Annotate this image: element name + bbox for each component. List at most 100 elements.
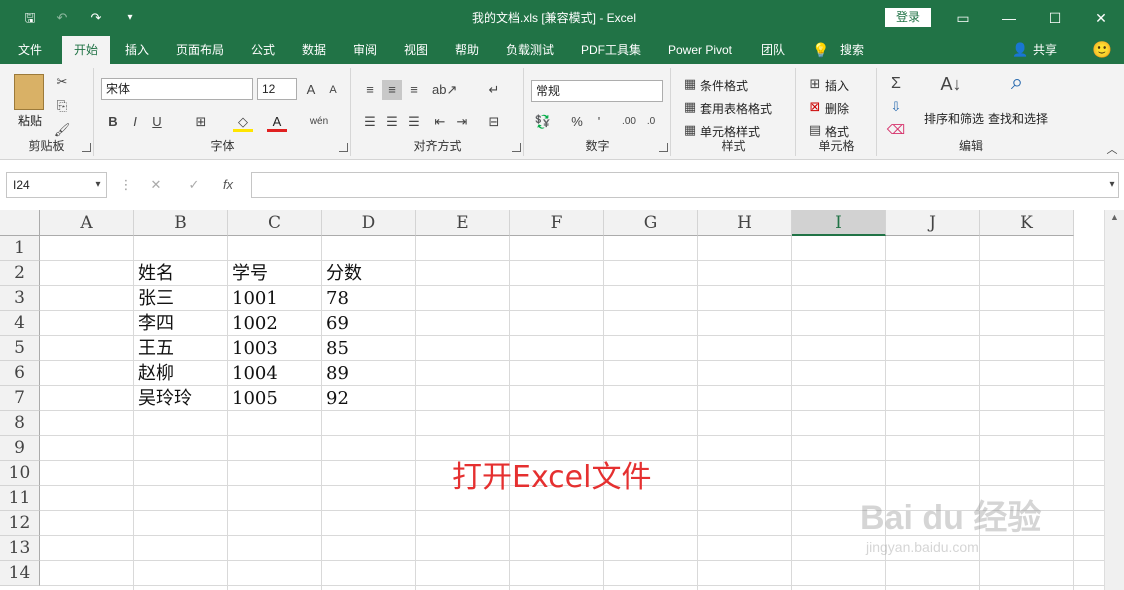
cell[interactable]: 69	[322, 311, 416, 336]
tab-data[interactable]: 数据	[295, 36, 333, 64]
tab-view[interactable]: 视图	[397, 36, 435, 64]
fill-icon[interactable]: ⇩	[886, 97, 906, 117]
customize-toolbar-icon[interactable]: ▾	[120, 8, 140, 28]
maximize-icon[interactable]: ☐	[1032, 0, 1078, 36]
cell[interactable]: 92	[322, 386, 416, 411]
decrease-indent-icon[interactable]: ⇤	[430, 112, 450, 132]
row-header-11[interactable]: 11	[0, 486, 40, 511]
cell[interactable]: 89	[322, 361, 416, 386]
cut-icon[interactable]: ✂	[52, 72, 72, 92]
cell[interactable]: 姓名	[134, 261, 228, 286]
find-select-button[interactable]: 查找和选择	[988, 110, 1048, 127]
cell[interactable]: 1002	[228, 311, 322, 336]
share-button[interactable]: 共享	[1030, 36, 1060, 64]
number-format-dropdown[interactable]: 常规	[531, 80, 663, 102]
row-header-1[interactable]: 1	[0, 236, 40, 261]
increase-font-icon[interactable]: A	[301, 80, 321, 100]
column-header-j[interactable]: J	[886, 210, 980, 236]
row-header-13[interactable]: 13	[0, 536, 40, 561]
row-header-10[interactable]: 10	[0, 461, 40, 486]
column-header-a[interactable]: A	[40, 210, 134, 236]
format-as-table-button[interactable]: 套用表格格式	[700, 100, 772, 117]
column-header-e[interactable]: E	[416, 210, 510, 236]
comma-button[interactable]: '	[589, 112, 609, 132]
row-header-7[interactable]: 7	[0, 386, 40, 411]
autosum-icon[interactable]: Σ	[886, 74, 906, 94]
decrease-decimal-icon[interactable]: .0	[641, 112, 661, 132]
italic-button[interactable]: I	[125, 112, 145, 132]
bold-button[interactable]: B	[103, 112, 123, 132]
tab-team[interactable]: 团队	[754, 36, 792, 64]
tab-load-test[interactable]: 负载测试	[498, 36, 562, 64]
align-top-icon[interactable]: ≡	[360, 80, 380, 100]
phonetic-icon[interactable]: wén	[309, 112, 329, 132]
row-header-5[interactable]: 5	[0, 336, 40, 361]
copy-icon[interactable]: ⎘	[52, 96, 72, 116]
cell[interactable]: 分数	[322, 261, 416, 286]
column-header-h[interactable]: H	[698, 210, 792, 236]
cell[interactable]: 王五	[134, 336, 228, 361]
align-middle-icon[interactable]: ≡	[382, 80, 402, 100]
row-header-6[interactable]: 6	[0, 361, 40, 386]
underline-button[interactable]: U	[147, 112, 167, 132]
cell[interactable]: 78	[322, 286, 416, 311]
font-size-dropdown[interactable]: 12	[257, 78, 297, 100]
alignment-launcher-icon[interactable]	[512, 143, 521, 152]
namebox-dropdown-icon[interactable]: ▾	[88, 175, 108, 195]
insert-cells-button[interactable]: 插入	[825, 77, 849, 94]
font-launcher-icon[interactable]	[339, 143, 348, 152]
row-header-4[interactable]: 4	[0, 311, 40, 336]
cell[interactable]: 1003	[228, 336, 322, 361]
column-header-g[interactable]: G	[604, 210, 698, 236]
ribbon-display-icon[interactable]: ▭	[940, 0, 986, 36]
cancel-icon[interactable]: ✕	[146, 175, 166, 195]
cell[interactable]: 学号	[228, 261, 322, 286]
merge-center-icon[interactable]: ⊟	[484, 112, 504, 132]
tab-review[interactable]: 审阅	[346, 36, 384, 64]
row-header-9[interactable]: 9	[0, 436, 40, 461]
expand-formula-icon[interactable]: ▾	[1102, 175, 1122, 195]
decrease-font-icon[interactable]: A	[323, 80, 343, 100]
number-launcher-icon[interactable]	[659, 143, 668, 152]
scroll-up-icon[interactable]: ▲	[1110, 212, 1119, 222]
sort-filter-button[interactable]: 排序和筛选	[924, 110, 984, 127]
insert-function-button[interactable]: fx	[218, 175, 238, 195]
row-header-2[interactable]: 2	[0, 261, 40, 286]
tab-home[interactable]: 开始	[62, 36, 110, 64]
tab-insert[interactable]: 插入	[116, 36, 158, 64]
cell[interactable]: 张三	[134, 286, 228, 311]
row-header-3[interactable]: 3	[0, 286, 40, 311]
increase-indent-icon[interactable]: ⇥	[452, 112, 472, 132]
align-right-icon[interactable]: ☰	[404, 112, 424, 132]
vertical-scrollbar[interactable]: ▲	[1104, 210, 1124, 590]
redo-icon[interactable]: ↷	[86, 8, 106, 28]
tab-formulas[interactable]: 公式	[244, 36, 282, 64]
column-header-i[interactable]: I	[792, 210, 886, 236]
login-button[interactable]: 登录	[885, 8, 931, 27]
save-icon[interactable]: 🖫	[20, 8, 40, 28]
column-header-b[interactable]: B	[134, 210, 228, 236]
tab-help[interactable]: 帮助	[448, 36, 486, 64]
delete-cells-button[interactable]: 删除	[825, 100, 849, 117]
increase-decimal-icon[interactable]: .00	[619, 112, 639, 132]
formula-input[interactable]	[251, 172, 1119, 198]
column-header-k[interactable]: K	[980, 210, 1074, 236]
tab-pdf-tools[interactable]: PDF工具集	[576, 36, 646, 64]
conditional-format-button[interactable]: 条件格式	[700, 77, 748, 94]
font-color-icon[interactable]: A	[267, 112, 287, 132]
clipboard-launcher-icon[interactable]	[82, 143, 91, 152]
smiley-icon[interactable]: 🙂	[1092, 40, 1112, 60]
align-bottom-icon[interactable]: ≡	[404, 80, 424, 100]
row-header-12[interactable]: 12	[0, 511, 40, 536]
percent-button[interactable]: %	[567, 112, 587, 132]
select-all-corner[interactable]	[0, 210, 40, 236]
borders-icon[interactable]: ⊞	[191, 112, 211, 132]
paste-icon[interactable]	[14, 74, 44, 110]
tab-page-layout[interactable]: 页面布局	[168, 36, 232, 64]
currency-icon[interactable]: 💱	[533, 112, 553, 132]
paste-button[interactable]: 粘贴	[18, 112, 42, 129]
close-icon[interactable]: ✕	[1078, 0, 1124, 36]
enter-icon[interactable]: ✓	[184, 175, 204, 195]
font-name-dropdown[interactable]: 宋体	[101, 78, 253, 100]
tab-power-pivot[interactable]: Power Pivot	[660, 36, 740, 64]
